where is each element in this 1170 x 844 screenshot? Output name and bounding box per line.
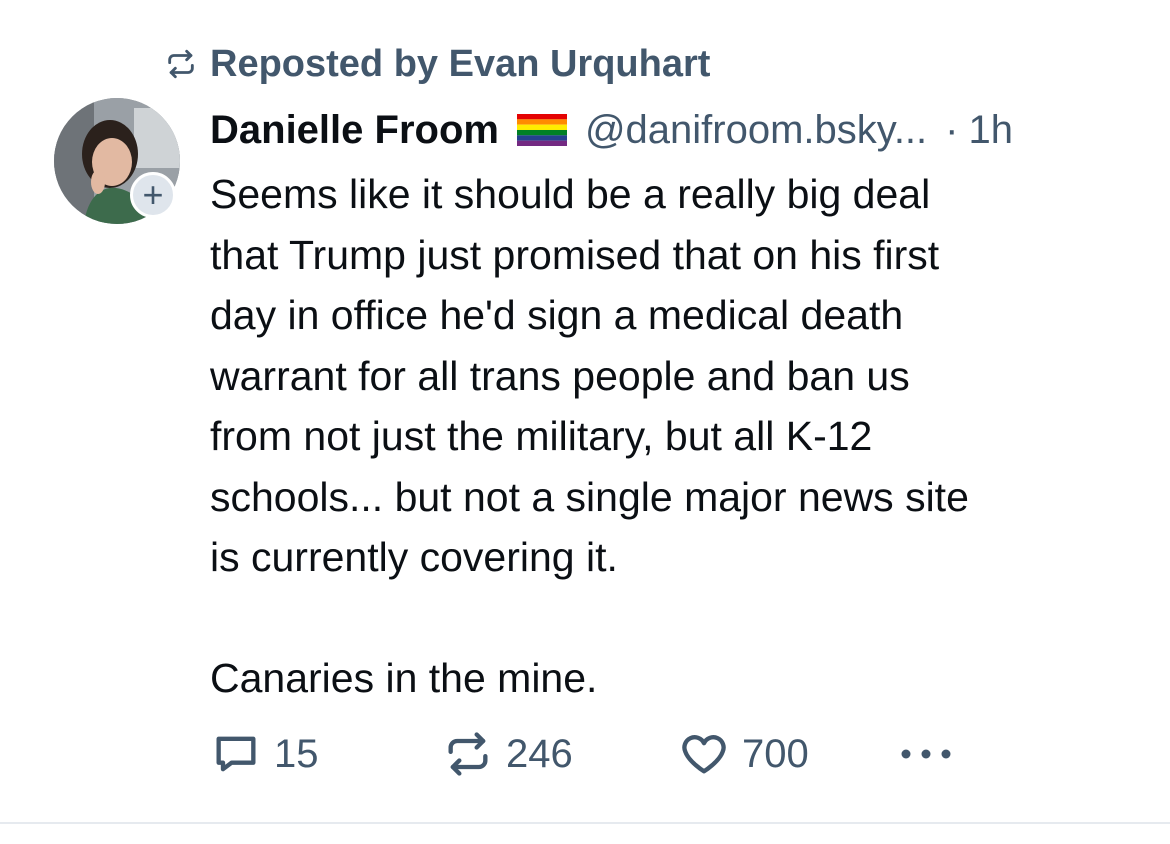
repost-count: 246 [506, 731, 573, 776]
post-divider [0, 822, 1170, 824]
heart-icon [682, 735, 726, 774]
author-handle[interactable]: @danifroom.bsky... [585, 108, 927, 153]
author-display-name[interactable]: Danielle Froom [210, 108, 499, 153]
reposted-by-line[interactable]: Reposted by Evan Urquhart [164, 40, 710, 88]
follow-plus-button[interactable]: + [130, 172, 176, 218]
post-body-text: Seems like it should be a really big dea… [210, 171, 969, 701]
reply-button[interactable]: 15 [210, 728, 319, 780]
repost-icon [168, 49, 194, 79]
like-button[interactable]: 700 [678, 728, 809, 780]
ellipsis-icon [901, 749, 951, 759]
repost-button[interactable]: 246 [442, 728, 573, 780]
reply-icon [216, 736, 256, 772]
more-options-button[interactable] [886, 744, 966, 764]
like-count: 700 [742, 731, 809, 776]
rainbow-flag-icon [516, 114, 567, 146]
post-timestamp[interactable]: 1h [969, 108, 1014, 153]
post-header: Danielle Froom @danifroom.bsky... · 1h [210, 104, 1013, 156]
header-separator: · [945, 107, 959, 152]
reposted-by-text: Reposted by Evan Urquhart [210, 42, 711, 85]
repost-icon [448, 732, 488, 776]
avatar-container[interactable]: + [54, 98, 180, 224]
reply-count: 15 [274, 731, 319, 776]
